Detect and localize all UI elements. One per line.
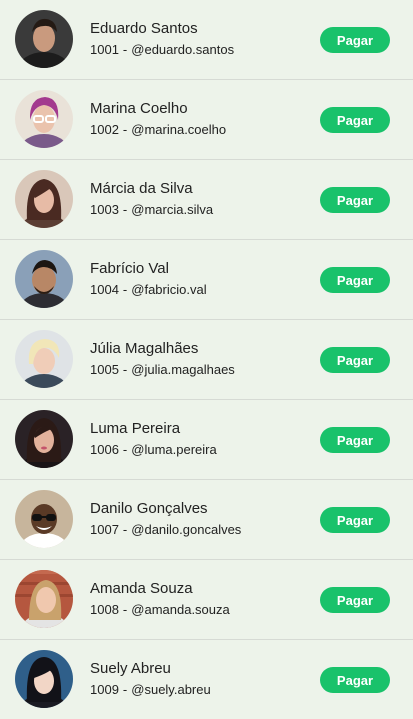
user-id: 1001 [90, 42, 119, 57]
user-username: @marcia.silva [131, 202, 214, 217]
user-handle: 1002- @marina.coelho [90, 122, 227, 137]
user-username: @luma.pereira [131, 442, 217, 457]
user-id: 1009 [90, 682, 119, 697]
user-name: Danilo Gonçalves [90, 500, 208, 517]
user-handle: 1007- @danilo.goncalves [90, 522, 242, 537]
user-handle: 1003- @marcia.silva [90, 202, 214, 217]
pay-button[interactable]: Pagar [320, 27, 390, 53]
user-id: 1004 [90, 282, 119, 297]
user-photo-icon [15, 170, 73, 228]
user-name: Luma Pereira [90, 420, 181, 437]
avatar [15, 410, 73, 468]
user-handle: 1009- @suely.abreu [90, 682, 211, 697]
list-item: Danilo Gonçalves 1007- @danilo.goncalves … [0, 480, 413, 560]
user-username: @eduardo.santos [131, 42, 235, 57]
user-id: 1003 [90, 202, 119, 217]
user-photo-icon [15, 250, 73, 308]
user-photo-icon [15, 570, 73, 628]
list-item: Suely Abreu 1009- @suely.abreu Pagar [0, 640, 413, 719]
user-name: Amanda Souza [90, 580, 193, 597]
user-username: @danilo.goncalves [131, 522, 242, 537]
user-photo-icon [15, 650, 73, 708]
user-name: Júlia Magalhães [90, 340, 199, 357]
pay-button[interactable]: Pagar [320, 267, 390, 293]
pay-button[interactable]: Pagar [320, 667, 390, 693]
user-handle: 1005- @julia.magalhaes [90, 362, 235, 377]
user-id: 1008 [90, 602, 119, 617]
list-item: Júlia Magalhães 1005- @julia.magalhaes Pa… [0, 320, 413, 400]
user-name: Marina Coelho [90, 100, 188, 117]
user-id: 1006 [90, 442, 119, 457]
avatar [15, 250, 73, 308]
list-item: Fabrício Val 1004- @fabricio.val Pagar [0, 240, 413, 320]
user-name: Eduardo Santos [90, 20, 198, 37]
pay-button[interactable]: Pagar [320, 187, 390, 213]
pay-button[interactable]: Pagar [320, 107, 390, 133]
list-item: Eduardo Santos 1001- @eduardo.santos Paga… [0, 0, 413, 80]
avatar [15, 170, 73, 228]
list-item: Luma Pereira 1006- @luma.pereira Pagar [0, 400, 413, 480]
user-username: @julia.magalhaes [131, 362, 235, 377]
user-username: @fabricio.val [131, 282, 207, 297]
user-list: Eduardo Santos 1001- @eduardo.santos Paga… [0, 0, 413, 719]
user-username: @marina.coelho [131, 122, 227, 137]
avatar [15, 570, 73, 628]
list-item: Marina Coelho 1002- @marina.coelho Pagar [0, 80, 413, 160]
avatar [15, 490, 73, 548]
user-username: @amanda.souza [131, 602, 230, 617]
user-handle: 1004- @fabricio.val [90, 282, 207, 297]
user-name: Fabrício Val [90, 260, 169, 277]
avatar [15, 330, 73, 388]
pay-button[interactable]: Pagar [320, 587, 390, 613]
user-name: Márcia da Silva [90, 180, 193, 197]
list-item: Márcia da Silva 1003- @marcia.silva Pagar [0, 160, 413, 240]
user-handle: 1008- @amanda.souza [90, 602, 230, 617]
user-username: @suely.abreu [131, 682, 211, 697]
user-handle: 1006- @luma.pereira [90, 442, 217, 457]
user-photo-icon [15, 10, 73, 68]
user-id: 1002 [90, 122, 119, 137]
avatar [15, 90, 73, 148]
user-id: 1007 [90, 522, 119, 537]
user-handle: 1001- @eduardo.santos [90, 42, 235, 57]
user-name: Suely Abreu [90, 660, 171, 677]
avatar [15, 650, 73, 708]
pay-button[interactable]: Pagar [320, 507, 390, 533]
user-photo-icon [15, 90, 73, 148]
user-photo-icon [15, 490, 73, 548]
user-photo-icon [15, 410, 73, 468]
list-item: Amanda Souza 1008- @amanda.souza Pagar [0, 560, 413, 640]
user-id: 1005 [90, 362, 119, 377]
pay-button[interactable]: Pagar [320, 347, 390, 373]
user-photo-icon [15, 330, 73, 388]
avatar [15, 10, 73, 68]
pay-button[interactable]: Pagar [320, 427, 390, 453]
